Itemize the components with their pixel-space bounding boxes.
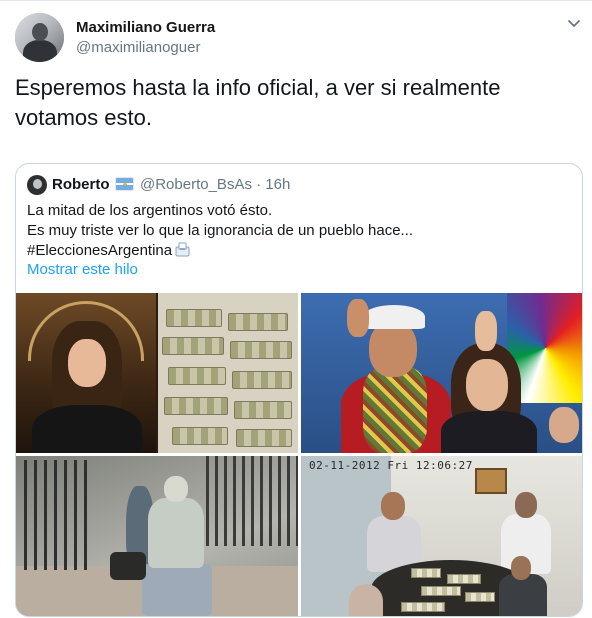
quoted-avatar[interactable]	[27, 175, 47, 195]
chevron-down-icon[interactable]	[567, 19, 581, 29]
show-thread-link[interactable]: Mostrar este hilo	[27, 261, 138, 278]
author-name[interactable]: Maximiliano Guerra	[76, 19, 215, 36]
top-divider	[0, 0, 592, 1]
quoted-line: Es muy triste ver lo que la ignorancia d…	[27, 222, 414, 239]
quoted-tweet-text: La mitad de los argentinos votó ésto. Es…	[27, 201, 567, 261]
media-photo-2[interactable]	[301, 293, 582, 453]
tweet-text: Esperemos hasta la info oficial, a ver s…	[15, 75, 501, 130]
media-photo-4[interactable]: 02-11-2012 Fri 12:06:27	[301, 456, 582, 616]
media-photo-3[interactable]	[16, 456, 298, 616]
media-photo-1[interactable]	[16, 293, 298, 453]
quoted-tweet-card[interactable]: Roberto @Roberto_BsAs · 16h La mitad de …	[15, 163, 583, 617]
author-handle[interactable]: @maximilianoguer	[76, 39, 200, 56]
quoted-author-name[interactable]: Roberto	[52, 176, 110, 193]
quoted-line: La mitad de los argentinos votó ésto.	[27, 202, 273, 219]
hashtag[interactable]: #EleccionesArgentina	[27, 242, 172, 259]
flag-argentina-icon	[115, 177, 134, 191]
avatar[interactable]	[15, 13, 64, 62]
quoted-author-handle[interactable]: @Roberto_BsAs · 16h	[140, 176, 290, 193]
media-grid: 02-11-2012 Fri 12:06:27	[16, 293, 582, 616]
video-timestamp: 02-11-2012 Fri 12:06:27	[309, 459, 473, 472]
ballot-box-icon	[175, 242, 190, 257]
